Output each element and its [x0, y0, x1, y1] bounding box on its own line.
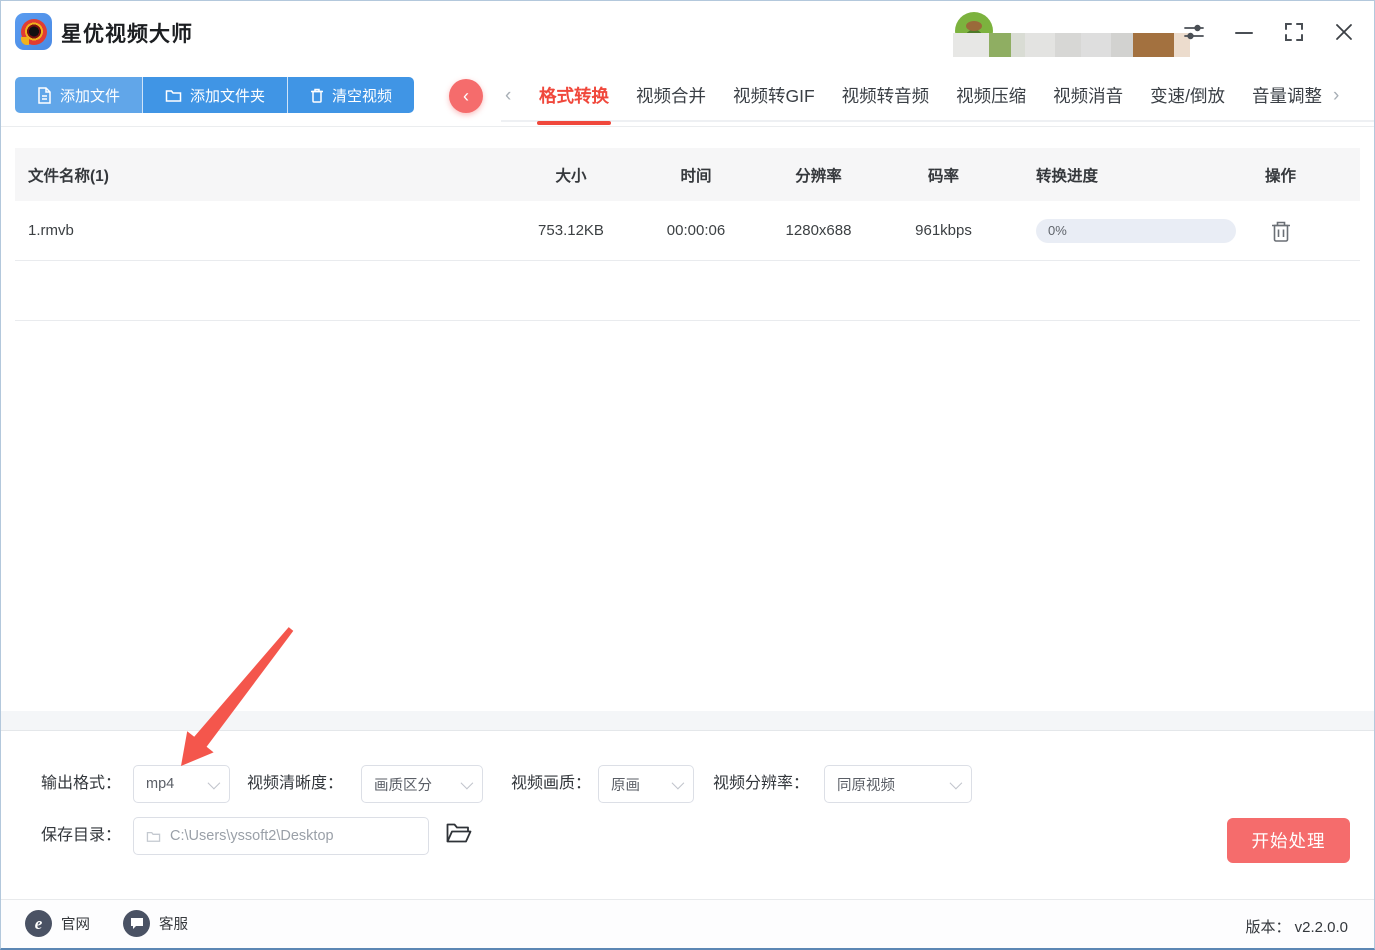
file-icon: [38, 86, 51, 104]
official-site-label: 官网: [61, 917, 90, 933]
save-dir-input[interactable]: C:\Users\yssoft2\Desktop: [133, 817, 429, 855]
output-format-select[interactable]: mp4: [133, 765, 230, 803]
version-text: 版本： v2.2.0.0: [1245, 916, 1348, 937]
tabs-scroll-left-icon[interactable]: ‹: [505, 85, 511, 107]
feature-tabs: 格式转换 视频合并 视频转GIF 视频转音频 视频压缩 视频消音 变速/倒放 音…: [537, 75, 1322, 125]
app-title: 星优视频大师: [61, 23, 193, 46]
save-dir-label: 保存目录：: [41, 827, 122, 844]
clarity-select[interactable]: 画质区分: [361, 765, 483, 803]
official-site-link[interactable]: e 官网: [25, 910, 90, 937]
user-account[interactable]: [951, 11, 1190, 57]
output-format-label: 输出格式：: [41, 775, 122, 792]
start-processing-button[interactable]: 开始处理: [1227, 818, 1350, 863]
tab-video-mute[interactable]: 视频消音: [1053, 75, 1123, 122]
customer-service-link[interactable]: 客服: [123, 910, 188, 937]
user-name-redacted: [953, 33, 1190, 57]
trash-icon: [1271, 221, 1290, 242]
add-folder-button[interactable]: 添加文件夹: [142, 77, 288, 113]
quality-select[interactable]: 原画: [598, 765, 694, 803]
cell-filename: 1.rmvb: [28, 222, 74, 239]
output-format-value: mp4: [146, 776, 175, 792]
folder-icon: [146, 831, 161, 842]
footer: e 官网 客服 版本： v2.2.0.0: [1, 899, 1374, 948]
chevron-down-icon: [949, 776, 963, 789]
table-row[interactable]: 1.rmvb 753.12KB 00:00:06 1280x688 961kbp…: [15, 201, 1360, 261]
cell-time: 00:00:06: [666, 222, 726, 239]
progress-bar: 0%: [1036, 218, 1236, 243]
tab-video-to-gif[interactable]: 视频转GIF: [733, 75, 815, 122]
clarity-label: 视频清晰度：: [247, 775, 344, 792]
cell-action: [1241, 219, 1360, 243]
quality-label: 视频画质：: [511, 775, 592, 792]
table-empty-row: [15, 261, 1360, 321]
chat-bubble-icon: [123, 910, 150, 937]
tab-video-merge[interactable]: 视频合并: [636, 75, 706, 122]
add-file-label: 添加文件: [60, 87, 121, 105]
panel-separator: [1, 711, 1374, 731]
col-time: 时间: [680, 167, 712, 185]
clear-videos-label: 清空视频: [332, 87, 393, 105]
header-divider: [1, 126, 1374, 127]
chevron-down-icon: [671, 776, 685, 789]
settings-sliders-icon[interactable]: [1179, 17, 1209, 47]
col-resolution: 分辨率: [795, 167, 842, 185]
close-button[interactable]: [1329, 17, 1359, 47]
maximize-button[interactable]: [1279, 17, 1309, 47]
titlebar: 星优视频大师: [1, 1, 1374, 63]
browser-e-icon: e: [25, 910, 52, 937]
col-progress: 转换进度: [1036, 167, 1099, 185]
clear-videos-button[interactable]: 清空视频: [287, 77, 415, 113]
quality-value: 原画: [611, 777, 640, 794]
table-header-row: 文件名称(1) 大小 时间 分辨率 码率 转换进度 操作: [15, 148, 1360, 201]
resolution-value: 同原视频: [837, 777, 895, 794]
tabs-scroll-right-icon[interactable]: ›: [1333, 85, 1339, 107]
open-folder-icon: [446, 823, 472, 843]
file-toolbar: 添加文件 添加文件夹 清空视频: [15, 77, 415, 113]
chevron-down-icon: [207, 776, 221, 789]
tab-video-compress[interactable]: 视频压缩: [956, 75, 1026, 122]
tab-volume-adjust[interactable]: 音量调整: [1252, 75, 1322, 122]
col-bitrate: 码率: [927, 167, 959, 185]
save-dir-path: C:\Users\yssoft2\Desktop: [170, 828, 334, 844]
folder-icon: [165, 89, 182, 102]
minimize-button[interactable]: [1229, 17, 1259, 47]
col-filename: 文件名称(1): [28, 167, 109, 185]
add-file-button[interactable]: 添加文件: [15, 77, 143, 113]
app-window: 星优视频大师 添加文件 添加文件夹 清空视频 ‹ ‹ › 格式转换 视频合并 视…: [0, 0, 1375, 950]
app-logo-icon: [15, 13, 52, 50]
chevron-left-icon: ‹: [463, 85, 469, 106]
resolution-label: 视频分辨率：: [713, 775, 810, 792]
version-label: 版本：: [1245, 919, 1291, 936]
trash-icon: [311, 88, 324, 103]
resolution-select[interactable]: 同原视频: [824, 765, 972, 803]
cell-size: 753.12KB: [538, 222, 604, 239]
tab-speed-reverse[interactable]: 变速/倒放: [1150, 75, 1225, 122]
collapse-back-button[interactable]: ‹: [449, 79, 483, 113]
progress-value: 0%: [1048, 223, 1067, 238]
col-size: 大小: [555, 167, 587, 185]
cell-resolution: 1280x688: [785, 222, 852, 239]
clarity-value: 画质区分: [374, 777, 432, 794]
browse-folder-button[interactable]: [445, 821, 473, 845]
cell-bitrate: 961kbps: [915, 222, 972, 239]
delete-row-button[interactable]: [1270, 219, 1292, 243]
col-action: 操作: [1264, 167, 1296, 185]
version-value: v2.2.0.0: [1294, 919, 1348, 936]
chevron-down-icon: [460, 776, 474, 789]
add-folder-label: 添加文件夹: [190, 87, 266, 105]
customer-service-label: 客服: [159, 917, 188, 933]
tab-format-convert[interactable]: 格式转换: [537, 75, 611, 125]
cell-progress: 0%: [1001, 218, 1241, 243]
file-table: 文件名称(1) 大小 时间 分辨率 码率 转换进度 操作 1.rmvb 753.…: [15, 148, 1360, 321]
settings-panel: 输出格式： mp4 视频清晰度： 画质区分 视频画质： 原画 视频分辨率： 同原…: [1, 731, 1374, 899]
tab-video-to-audio[interactable]: 视频转音频: [842, 75, 930, 122]
